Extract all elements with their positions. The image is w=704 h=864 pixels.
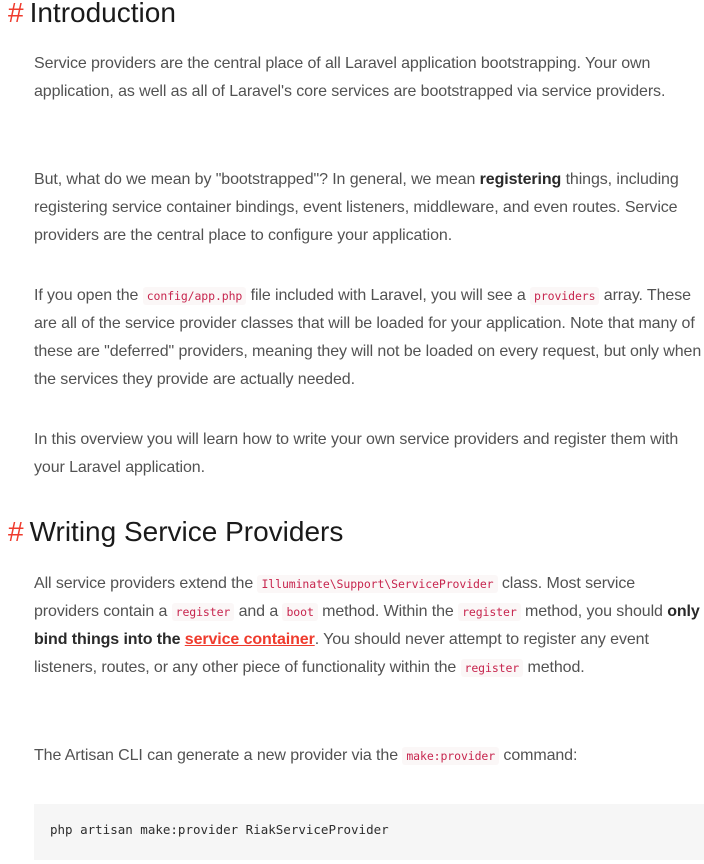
writing-paragraph-2: The Artisan CLI can generate a new provi… <box>34 747 578 765</box>
heading-anchor-link[interactable]: # <box>8 516 24 547</box>
heading-writing-service-providers: # Writing Service Providers <box>8 515 343 549</box>
heading-introduction: # Introduction <box>8 0 176 30</box>
code-command: php artisan make:provider RiakServicePro… <box>50 822 389 837</box>
inline-code-service-provider-class: Illuminate\Support\ServiceProvider <box>257 575 498 593</box>
inline-code-register: register <box>460 659 524 677</box>
intro-paragraph-1: Service providers are the central place … <box>34 55 666 100</box>
intro-paragraph-2: But, what do we mean by "bootstrapped"? … <box>34 171 679 244</box>
inline-code-make-provider: make:provider <box>402 747 500 765</box>
intro-paragraph-4: In this overview you will learn how to w… <box>34 431 679 476</box>
heading-anchor-link[interactable]: # <box>8 0 24 28</box>
writing-paragraph-1: All service providers extend the Illumin… <box>34 575 700 677</box>
heading-title: Introduction <box>29 0 176 28</box>
inline-code-register: register <box>458 603 521 621</box>
code-block[interactable]: php artisan make:provider RiakServicePro… <box>34 804 704 860</box>
inline-code-config-file: config/app.php <box>142 287 247 305</box>
service-container-link[interactable]: service container <box>185 631 315 648</box>
emphasis-registering: registering <box>479 171 562 188</box>
inline-code-register: register <box>171 603 235 621</box>
inline-code-boot: boot <box>282 603 318 621</box>
intro-paragraph-3: If you open the config/app.php file incl… <box>34 287 702 388</box>
heading-title: Writing Service Providers <box>29 516 344 547</box>
inline-code-providers: providers <box>530 287 600 305</box>
